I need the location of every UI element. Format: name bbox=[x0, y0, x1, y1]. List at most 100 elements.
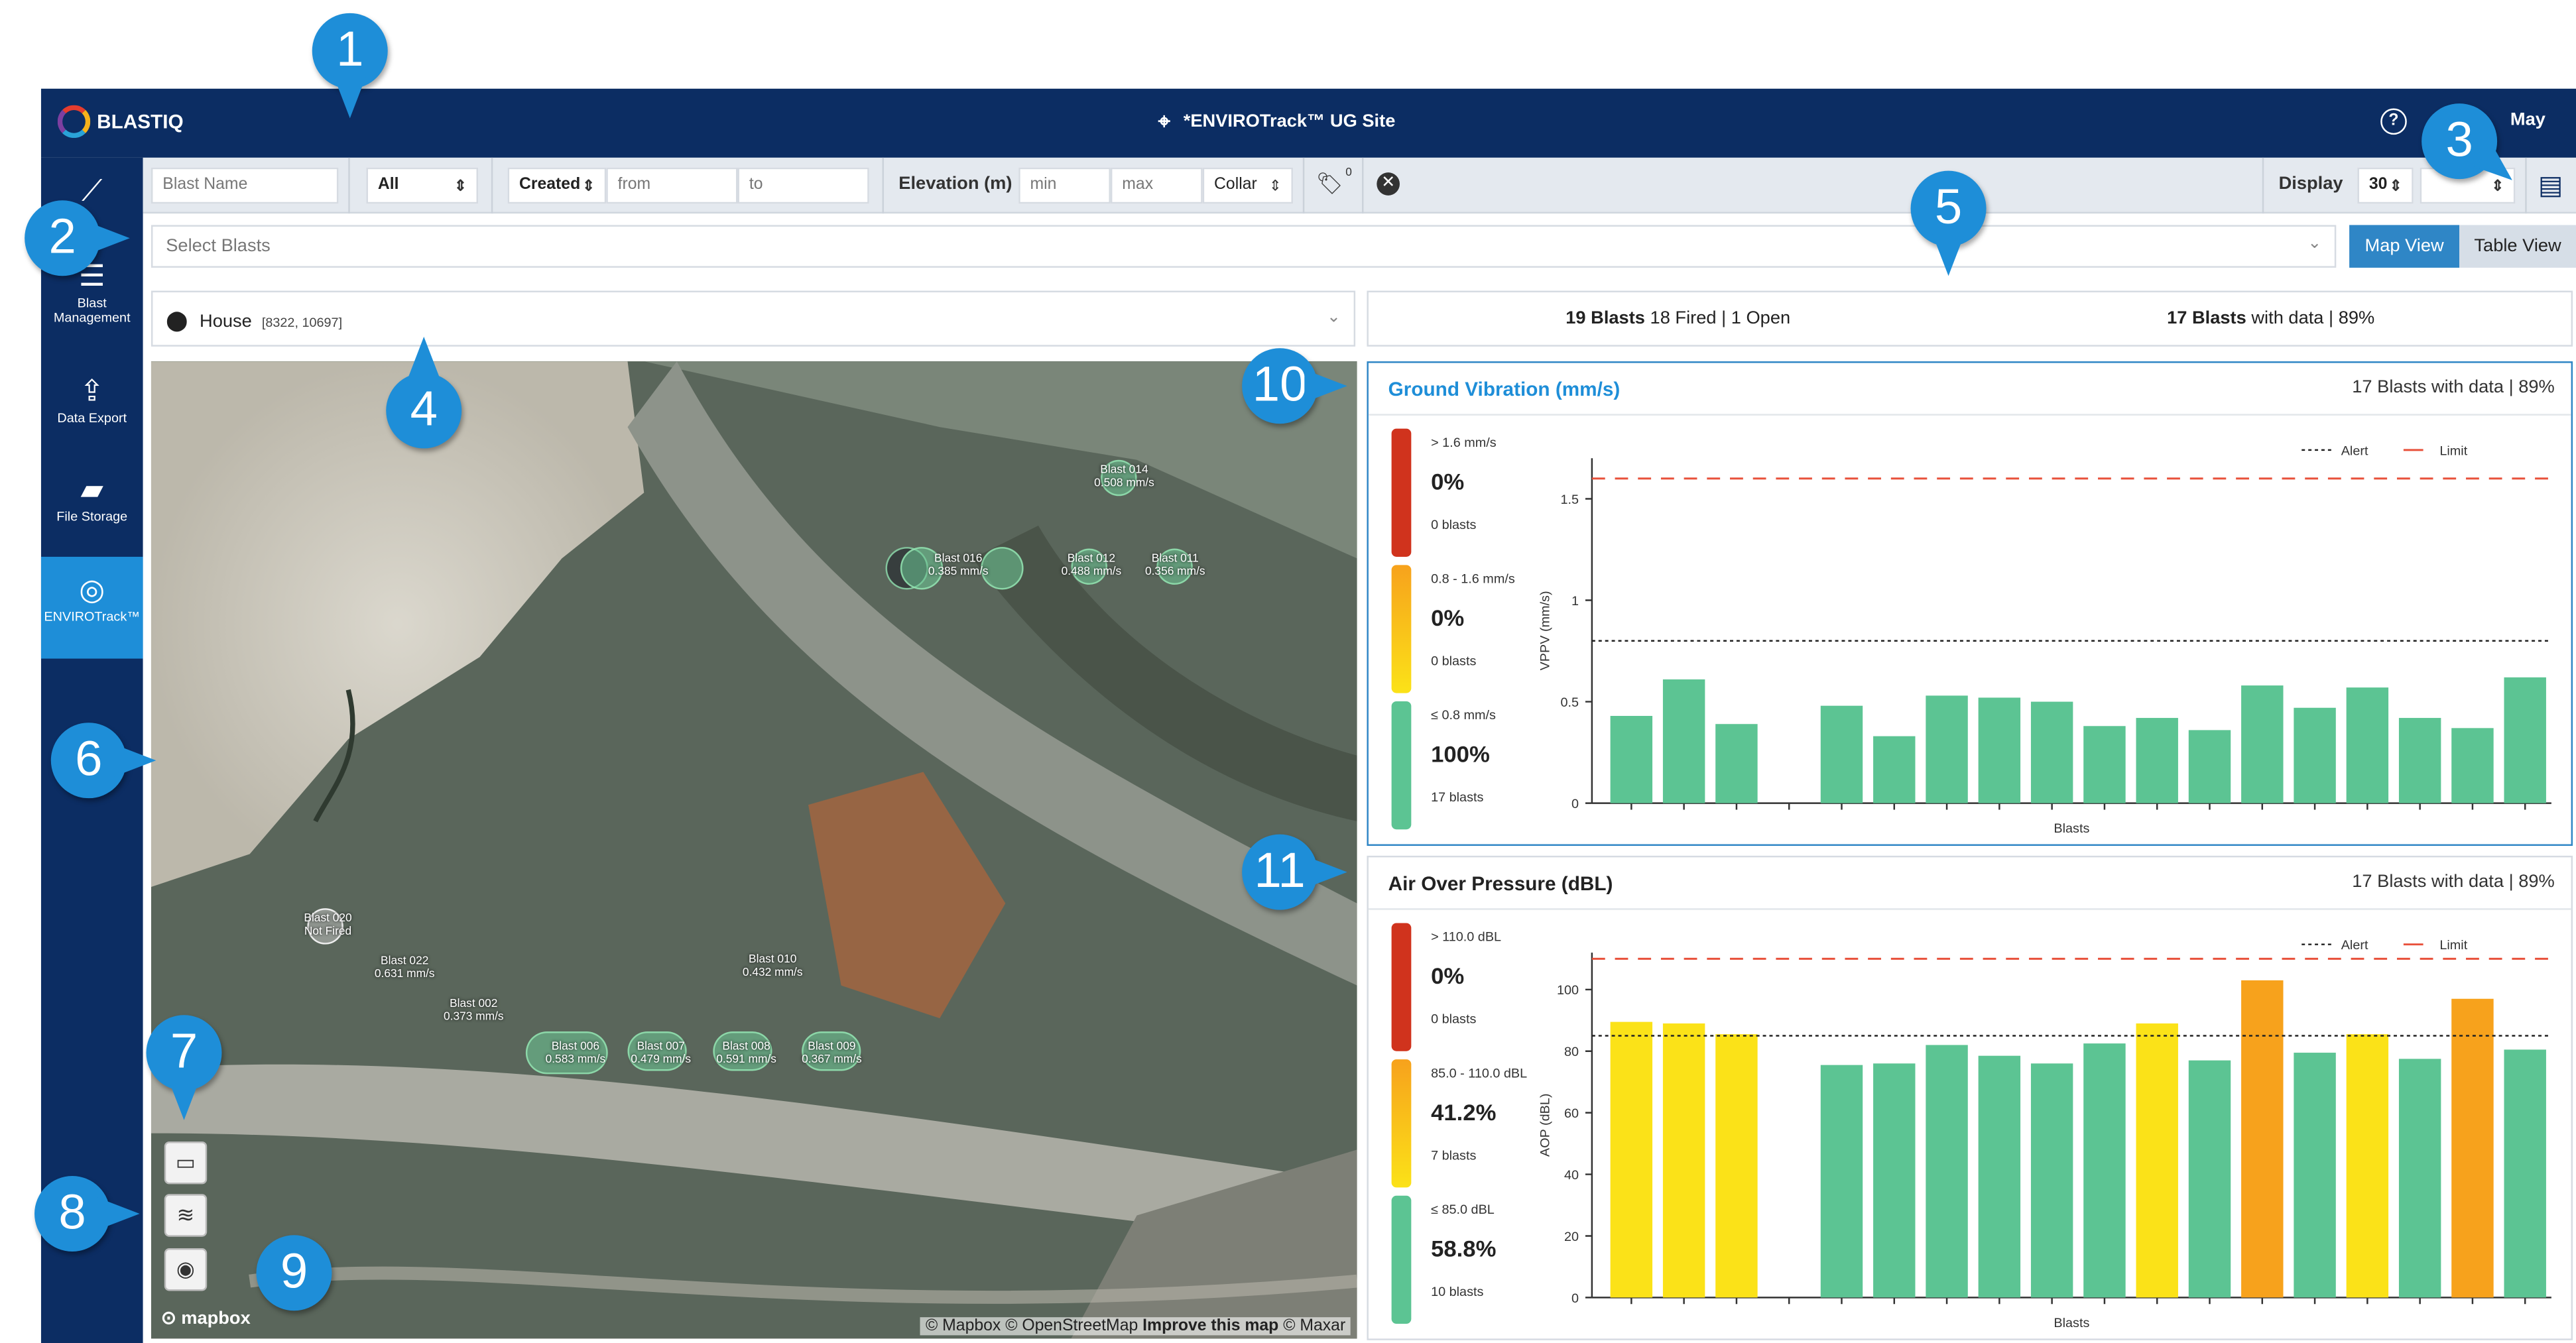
bar bbox=[1978, 1055, 2021, 1298]
blast-summary: 19 Blasts 18 Fired | 1 Open 17 Blasts wi… bbox=[1367, 290, 2573, 347]
bar bbox=[2241, 980, 2284, 1298]
bar bbox=[1873, 1063, 1916, 1298]
tag-count: 0 bbox=[1345, 167, 1352, 180]
table-view-button[interactable]: Table View bbox=[2459, 225, 2576, 268]
legend-pct: 0% bbox=[1431, 468, 1465, 495]
divider bbox=[882, 157, 885, 214]
x-axis-label: Blasts bbox=[2054, 1316, 2089, 1330]
satellite-map[interactable]: Blast 014 0.508 mm/s Blast 016 0.385 mm/s … bbox=[151, 361, 1357, 1339]
divider bbox=[2262, 157, 2264, 214]
date-field-select[interactable]: Created bbox=[507, 167, 607, 204]
location-select[interactable]: ⬤ House [8322, 10697] ⌄ bbox=[151, 290, 1356, 347]
improve-map-link[interactable]: Improve this map bbox=[1142, 1317, 1278, 1335]
blast-name-input[interactable]: Blast Name bbox=[151, 167, 339, 204]
upload-icon: ⇪ bbox=[80, 374, 105, 408]
bar bbox=[1662, 1023, 1705, 1298]
legend-bar bbox=[1391, 1059, 1412, 1188]
callout-8: 8 bbox=[34, 1176, 140, 1252]
panel-header: Ground Vibration (mm/s) 17 Blasts with d… bbox=[1368, 363, 2571, 416]
logo-text: BLASTIQ bbox=[97, 110, 184, 133]
panel-title: Ground Vibration (mm/s) bbox=[1388, 377, 1621, 401]
filter-bar: Blast Name All Created from to Elevation… bbox=[143, 157, 2576, 214]
y-tick-label: 100 bbox=[1557, 983, 1579, 998]
user-menu[interactable]: May bbox=[2510, 110, 2545, 130]
callout-5: 5 bbox=[1910, 170, 1987, 276]
date-from-input[interactable]: from bbox=[606, 167, 738, 204]
bar bbox=[2451, 998, 2494, 1298]
callout-10: 10 bbox=[1242, 348, 1347, 424]
sidebar-item-data-export[interactable]: ⇪ Data Export bbox=[41, 375, 143, 426]
select-blasts-input[interactable]: Select Blasts ⌄ bbox=[151, 225, 2337, 268]
legend-limit-label: Limit bbox=[2439, 938, 2467, 953]
legend-pct: 0% bbox=[1431, 962, 1465, 989]
credit-text: © Mapbox © OpenStreetMap bbox=[926, 1317, 1143, 1336]
y-tick-label: 1.5 bbox=[1561, 493, 1579, 507]
bar bbox=[2398, 718, 2441, 803]
legend-bar bbox=[1391, 565, 1412, 693]
elevation-max-input[interactable]: max bbox=[1110, 167, 1203, 204]
blastiq-logo[interactable]: BLASTIQ bbox=[57, 105, 184, 139]
legend-pct: 0% bbox=[1431, 604, 1465, 631]
ground-vibration-panel[interactable]: Ground Vibration (mm/s) 17 Blasts with d… bbox=[1367, 361, 2573, 847]
elevation-ref-select[interactable]: Collar bbox=[1202, 167, 1293, 204]
ground-vibration-chart: 0 0.5 1 1.5 VPPV (mm/s) Blasts Alert Limit bbox=[1538, 443, 2551, 836]
status-select[interactable]: All bbox=[366, 167, 479, 204]
air-overpressure-panel[interactable]: Air Over Pressure (dBL) 17 Blasts with d… bbox=[1367, 855, 2573, 1340]
blast-label: Blast 016 0.385 mm/s bbox=[928, 553, 989, 579]
display-count-select[interactable]: 30 bbox=[2357, 167, 2414, 204]
map-terrain bbox=[151, 361, 1357, 1339]
bar bbox=[1715, 724, 1758, 803]
legend-bar bbox=[1391, 1195, 1412, 1324]
help-icon[interactable]: ? bbox=[2380, 108, 2407, 135]
y-tick-label: 20 bbox=[1564, 1230, 1579, 1244]
y-tick-label: 40 bbox=[1564, 1168, 1579, 1183]
legend-range: 0.8 - 1.6 mm/s bbox=[1431, 571, 1515, 587]
y-tick-label: 80 bbox=[1564, 1045, 1579, 1059]
sidebar-item-file-storage[interactable]: ▰ File Storage bbox=[41, 473, 143, 524]
bar bbox=[1873, 736, 1916, 803]
legend-bar bbox=[1391, 428, 1412, 557]
layers-icon[interactable]: ≋ bbox=[164, 1194, 208, 1237]
date-to-input[interactable]: to bbox=[737, 167, 869, 204]
sidebar-item-envirotrack[interactable]: ◎ ENVIROTrack™ bbox=[40, 556, 143, 659]
divider bbox=[491, 157, 493, 214]
elevation-min-input[interactable]: min bbox=[1018, 167, 1111, 204]
elevation-label: Elevation (m) bbox=[898, 174, 1012, 194]
site-selector[interactable]: ⌖ *ENVIROTrack™ UG Site bbox=[1158, 109, 1396, 135]
x-axis-label: Blasts bbox=[2054, 821, 2089, 836]
legend-bar bbox=[1391, 701, 1412, 830]
display-label: Display bbox=[2278, 174, 2343, 194]
bar bbox=[2504, 1049, 2546, 1298]
bar bbox=[2030, 701, 2073, 803]
target-icon: ⌖ bbox=[1158, 108, 1170, 133]
eye-icon[interactable]: ◉ bbox=[164, 1248, 208, 1291]
legend-alert-label: Alert bbox=[2341, 938, 2368, 953]
callout-9: 9 bbox=[256, 1235, 332, 1311]
ruler-icon[interactable]: ▭ bbox=[164, 1141, 208, 1185]
logo-ring-icon bbox=[57, 105, 91, 139]
legend-range: > 110.0 dBL bbox=[1431, 929, 1502, 945]
tag-icon[interactable]: 🏷 bbox=[1316, 171, 1343, 198]
blast-count: 19 Blasts bbox=[1565, 308, 1645, 329]
bar bbox=[1926, 1045, 1968, 1298]
legend-count: 0 blasts bbox=[1431, 517, 1477, 532]
bar bbox=[1820, 1065, 1863, 1298]
legend-range: ≤ 85.0 dBL bbox=[1431, 1202, 1495, 1217]
chevron-down-icon[interactable]: ⌄ bbox=[1327, 309, 1341, 327]
top-bar: BLASTIQ ⌖ *ENVIROTrack™ UG Site ? May bbox=[40, 88, 2576, 158]
map-view-button[interactable]: Map View bbox=[2349, 225, 2460, 268]
callout-11: 11 bbox=[1242, 834, 1347, 910]
bar bbox=[2083, 726, 2126, 803]
y-tick-label: 0 bbox=[1571, 1291, 1579, 1306]
bar bbox=[2504, 677, 2546, 803]
clear-filters-icon[interactable]: ✕ bbox=[1377, 172, 1400, 196]
folder-icon: ▰ bbox=[80, 473, 103, 506]
book-icon[interactable]: ▤ bbox=[2538, 169, 2563, 202]
legend-pct: 41.2% bbox=[1431, 1098, 1497, 1126]
blast-label: Blast 008 0.591 mm/s bbox=[716, 1041, 776, 1067]
bar bbox=[2083, 1043, 2126, 1298]
mapbox-logo: ⊙ mapbox bbox=[160, 1309, 251, 1329]
chevron-down-icon[interactable]: ⌄ bbox=[2307, 235, 2321, 253]
bar bbox=[2398, 1059, 2441, 1298]
location-name: House bbox=[200, 312, 252, 332]
